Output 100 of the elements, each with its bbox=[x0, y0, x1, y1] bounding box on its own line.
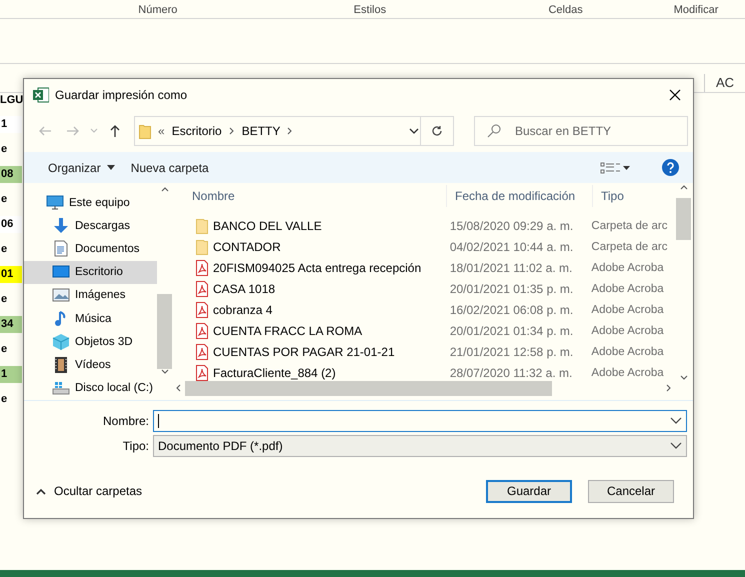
file-type: Adobe Acroba bbox=[591, 282, 665, 294]
table-cell: 1 bbox=[0, 366, 22, 383]
column-header[interactable]: Fecha de modificación bbox=[447, 185, 593, 207]
ribbon-group-label: Número bbox=[137, 5, 178, 18]
field-label: Nombre: bbox=[102, 414, 149, 428]
pdf-icon bbox=[196, 344, 208, 360]
file-type: Adobe Acroba bbox=[591, 324, 665, 336]
file-type: Adobe Acroba bbox=[591, 366, 665, 378]
close-icon bbox=[669, 89, 681, 101]
save-button[interactable]: Guardar bbox=[486, 480, 572, 502]
column-header: AC bbox=[704, 74, 745, 92]
field-label: Tipo: bbox=[122, 439, 149, 453]
file-date: 20/01/2021 01:34 p. m. bbox=[448, 324, 574, 338]
organize-menu[interactable]: Organizar bbox=[42, 158, 121, 176]
file-date: 15/08/2020 09:29 a. m. bbox=[448, 218, 574, 232]
file-type: Carpeta de arc bbox=[591, 240, 668, 252]
search-field[interactable]: Buscar en BETTY bbox=[474, 116, 688, 146]
file-name[interactable]: cobranza 4 bbox=[213, 302, 272, 316]
hide-folders-button[interactable]: Ocultar carpetas bbox=[36, 484, 142, 498]
folder-icon bbox=[139, 123, 151, 139]
table-cell: 34 bbox=[0, 316, 22, 333]
column-header[interactable]: Tipo bbox=[593, 185, 675, 207]
caret-icon bbox=[106, 165, 115, 170]
scroll-down-icon[interactable] bbox=[680, 375, 688, 380]
file-name[interactable]: BANCO DEL VALLE bbox=[213, 218, 322, 232]
pdf-icon bbox=[196, 302, 208, 318]
back-icon bbox=[38, 124, 52, 138]
search-icon bbox=[487, 124, 501, 138]
ribbon-group-label: Estilos bbox=[352, 5, 388, 18]
file-type: Adobe Acroba bbox=[591, 262, 665, 274]
breadcrumb-item[interactable]: BETTY bbox=[242, 124, 280, 138]
folder-icon bbox=[196, 218, 208, 234]
file-name[interactable]: CUENTAS POR PAGAR 21-01-21 bbox=[213, 344, 395, 358]
file-date: 04/02/2021 10:44 a. m. bbox=[448, 240, 574, 254]
file-date: 21/01/2021 12:58 p. m. bbox=[448, 344, 574, 358]
folder-icon bbox=[196, 238, 208, 254]
new-folder-button[interactable]: Nueva carpeta bbox=[124, 158, 215, 176]
table-cell: 1 bbox=[0, 116, 22, 133]
monitor-icon bbox=[46, 194, 64, 212]
file-name[interactable]: 20FISM094025 Acta entrega recepción bbox=[213, 260, 422, 274]
refresh-icon[interactable] bbox=[431, 125, 443, 137]
table-cell: 01 bbox=[0, 266, 22, 283]
scrollbar-thumb[interactable] bbox=[676, 198, 691, 240]
view-options-icon[interactable] bbox=[600, 162, 630, 174]
file-date: 20/01/2021 01:35 p. m. bbox=[448, 282, 574, 296]
sidebar-item[interactable]: Este equipo bbox=[24, 191, 157, 214]
scroll-right-icon[interactable] bbox=[666, 384, 671, 392]
sidebar-item[interactable]: Objetos 3D bbox=[24, 330, 157, 354]
chevron-down-icon bbox=[670, 417, 682, 425]
ribbon-group-label: Modificar bbox=[672, 5, 720, 18]
chevron-up-icon bbox=[36, 488, 46, 494]
file-date: 28/07/2020 11:32 a. m. bbox=[448, 366, 574, 380]
sidebar-item[interactable]: Música bbox=[24, 307, 157, 330]
file-name[interactable]: FacturaCliente_884 (2) bbox=[213, 366, 336, 380]
pdf-icon bbox=[196, 280, 208, 296]
sidebar-item[interactable]: Escritorio bbox=[24, 260, 157, 284]
scrollbar-thumb[interactable] bbox=[185, 380, 552, 396]
column-header[interactable]: Nombre bbox=[184, 185, 447, 207]
table-cell: 08 bbox=[0, 166, 22, 183]
table-cell: 06 bbox=[0, 216, 22, 233]
sidebar-item[interactable]: Vídeos bbox=[24, 354, 157, 377]
forward-icon bbox=[66, 124, 80, 138]
search-placeholder: Buscar en BETTY bbox=[515, 124, 612, 138]
address-bar[interactable]: « Escritorio BETTY bbox=[134, 116, 454, 146]
download-icon bbox=[52, 216, 70, 235]
image-icon bbox=[52, 286, 70, 304]
file-name[interactable]: CONTADOR bbox=[213, 240, 281, 254]
sidebar-item[interactable]: Descargas bbox=[24, 214, 157, 238]
cell-text: LGU bbox=[0, 93, 22, 108]
breadcrumb-item[interactable]: Escritorio bbox=[172, 124, 222, 138]
sidebar-item[interactable]: Imágenes bbox=[24, 284, 157, 308]
overflow-chevron[interactable]: « bbox=[158, 124, 165, 138]
pdf-icon bbox=[196, 364, 208, 380]
cancel-button[interactable]: Cancelar bbox=[588, 480, 674, 502]
film-icon bbox=[52, 356, 70, 374]
pdf-icon bbox=[196, 322, 208, 338]
file-type: Adobe Acroba bbox=[591, 346, 665, 358]
sidebar-item[interactable]: Disco local (C:) bbox=[24, 376, 157, 400]
file-date: 18/01/2021 11:02 a. m. bbox=[448, 260, 574, 274]
cube-icon bbox=[52, 332, 70, 351]
scroll-down-icon[interactable] bbox=[160, 369, 168, 374]
scroll-left-icon[interactable] bbox=[176, 384, 181, 392]
file-name-field[interactable] bbox=[153, 410, 687, 432]
file-type: Adobe Acroba bbox=[591, 304, 665, 316]
excel-icon bbox=[33, 87, 49, 103]
scroll-up-icon[interactable] bbox=[160, 187, 168, 192]
help-icon[interactable] bbox=[662, 159, 679, 176]
chevron-icon bbox=[287, 127, 294, 135]
sidebar-item[interactable]: Documentos bbox=[24, 237, 157, 261]
file-date: 16/02/2021 06:08 p. m. bbox=[448, 302, 574, 316]
file-name[interactable]: CUENTA FRACC LA ROMA bbox=[213, 324, 362, 338]
ribbon-group-label: Celdas bbox=[547, 5, 584, 18]
chevron-icon bbox=[228, 127, 235, 135]
drive-icon bbox=[52, 379, 70, 398]
file-name[interactable]: CASA 1018 bbox=[213, 282, 276, 296]
window-title: Guardar impresión como bbox=[55, 88, 188, 102]
up-icon bbox=[108, 124, 122, 138]
scroll-up-icon[interactable] bbox=[680, 185, 688, 190]
file-type-dropdown[interactable]: Documento PDF (*.pdf) bbox=[153, 435, 687, 457]
scrollbar-thumb[interactable] bbox=[157, 294, 172, 369]
